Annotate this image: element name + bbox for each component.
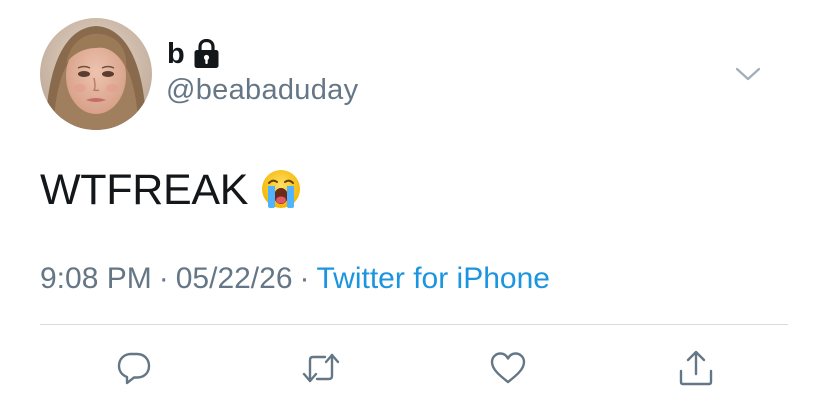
loudly-crying-face-emoji-icon xyxy=(260,168,302,210)
heart-icon xyxy=(490,352,526,384)
reply-icon xyxy=(117,352,151,385)
lock-icon xyxy=(193,38,220,69)
tweet-text-content: WTFREAK xyxy=(40,166,249,214)
display-name[interactable]: b xyxy=(167,39,185,69)
tweet-time: 9:08 PM xyxy=(40,262,152,295)
tweet-source-link[interactable]: Twitter for iPhone xyxy=(317,262,550,295)
retweet-button[interactable] xyxy=(301,348,341,388)
avatar-image xyxy=(40,18,152,130)
user-name-row[interactable]: b xyxy=(167,36,220,72)
reply-button[interactable] xyxy=(114,348,154,388)
tweet-card: b @beabaduday WTFREAK 9:08 PM · 05/22/26… xyxy=(0,0,828,406)
meta-separator-2: · xyxy=(299,262,310,295)
tweet-text: WTFREAK xyxy=(40,168,302,212)
chevron-down-icon[interactable] xyxy=(734,64,762,84)
like-button[interactable] xyxy=(488,348,528,388)
share-icon xyxy=(679,350,713,386)
avatar[interactable] xyxy=(40,18,152,130)
user-handle[interactable]: @beabaduday xyxy=(166,76,358,105)
retweet-icon xyxy=(302,353,340,383)
divider xyxy=(40,324,788,325)
tweet-meta: 9:08 PM · 05/22/26 · Twitter for iPhone xyxy=(40,264,550,294)
share-button[interactable] xyxy=(676,348,716,388)
tweet-date: 05/22/26 xyxy=(175,262,293,295)
meta-separator: · xyxy=(158,262,169,295)
